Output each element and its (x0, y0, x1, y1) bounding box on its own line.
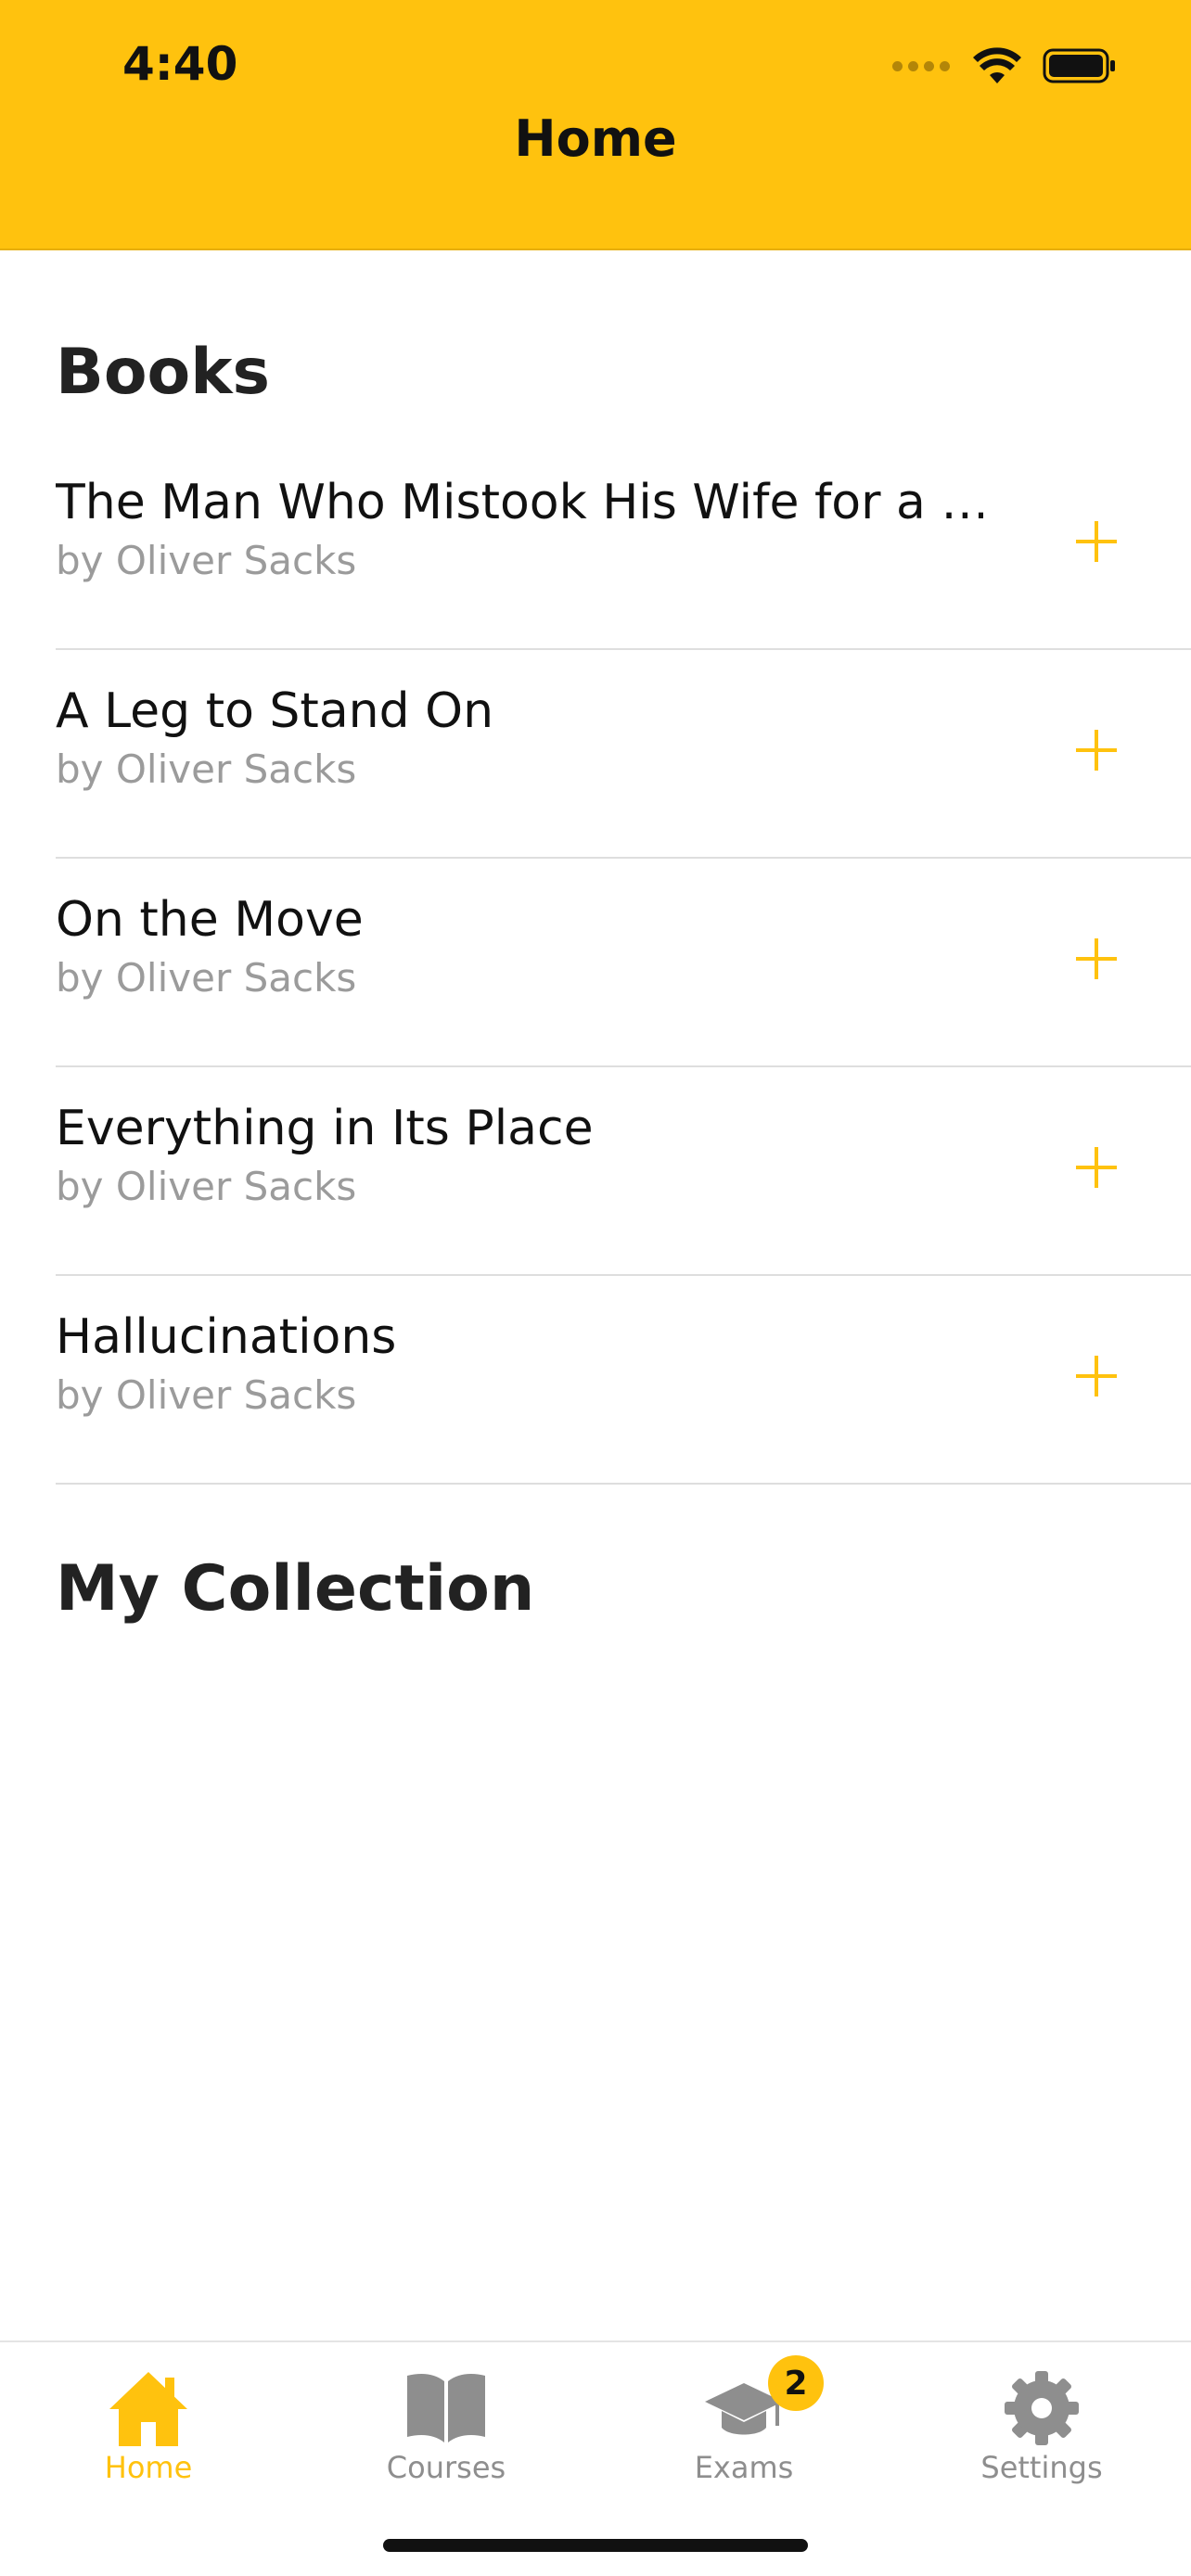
book-list-item[interactable]: A Leg to Stand On by Oliver Sacks (56, 650, 1191, 859)
plus-icon (1076, 938, 1117, 979)
plus-icon (1076, 730, 1117, 771)
house-icon (109, 2372, 187, 2446)
book-list-item[interactable]: On the Move by Oliver Sacks (56, 859, 1191, 1067)
exams-badge: 2 (768, 2355, 824, 2411)
book-list-item[interactable]: Everything in Its Place by Oliver Sacks (56, 1067, 1191, 1276)
book-list: The Man Who Mistook His Wife for a … by … (0, 441, 1191, 1485)
page-title: Home (514, 109, 677, 168)
tab-settings[interactable]: Settings (940, 2355, 1144, 2494)
book-list-item[interactable]: Hallucinations by Oliver Sacks (56, 1276, 1191, 1485)
book-author: by Oliver Sacks (56, 538, 357, 583)
tab-label: Exams (694, 2450, 794, 2485)
status-time: 4:40 (122, 37, 238, 91)
gear-icon (1005, 2371, 1079, 2445)
book-author: by Oliver Sacks (56, 746, 357, 792)
plus-icon (1076, 1147, 1117, 1188)
book-title: A Leg to Stand On (56, 683, 494, 739)
books-section-title: Books (56, 336, 270, 409)
tab-courses[interactable]: Courses (344, 2355, 548, 2494)
add-book-button[interactable] (1059, 922, 1133, 996)
tab-label: Settings (980, 2450, 1103, 2485)
book-author: by Oliver Sacks (56, 955, 357, 1001)
book-title: Everything in Its Place (56, 1101, 594, 1156)
book-author: by Oliver Sacks (56, 1164, 357, 1209)
book-author: by Oliver Sacks (56, 1372, 357, 1418)
tab-label: Home (104, 2450, 193, 2485)
plus-icon (1076, 521, 1117, 562)
add-book-button[interactable] (1059, 504, 1133, 579)
add-book-button[interactable] (1059, 1130, 1133, 1205)
wifi-icon (973, 47, 1021, 83)
tab-label: Courses (386, 2450, 506, 2485)
book-title: On the Move (56, 892, 364, 948)
tab-home[interactable]: Home (46, 2355, 250, 2494)
battery-full-icon (1043, 48, 1115, 83)
cellular-dots-icon (892, 60, 950, 71)
home-indicator[interactable] (383, 2539, 808, 2552)
book-title: Hallucinations (56, 1309, 397, 1365)
navigation-header: 4:40 Home (0, 0, 1191, 250)
add-book-button[interactable] (1059, 713, 1133, 787)
open-book-icon (407, 2374, 485, 2442)
plus-icon (1076, 1356, 1117, 1396)
add-book-button[interactable] (1059, 1339, 1133, 1413)
book-list-item[interactable]: The Man Who Mistook His Wife for a … by … (56, 441, 1191, 650)
status-icons (892, 46, 1117, 85)
collection-section-title: My Collection (56, 1552, 535, 1626)
tab-exams[interactable]: 2 Exams (642, 2355, 846, 2494)
book-title: The Man Who Mistook His Wife for a … (56, 475, 983, 530)
